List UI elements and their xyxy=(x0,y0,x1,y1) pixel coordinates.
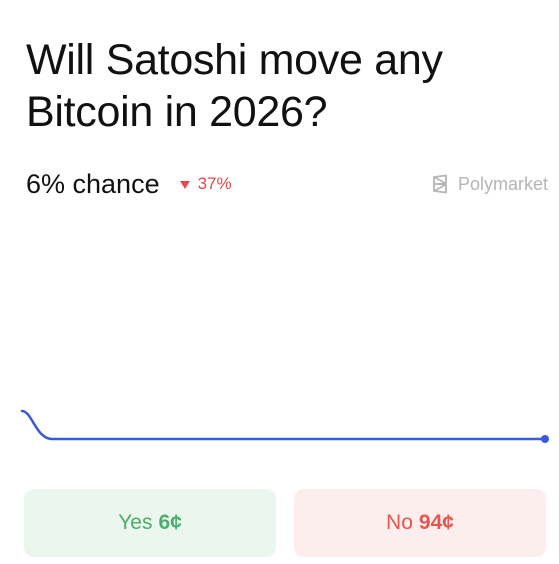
yes-price: 6¢ xyxy=(158,511,182,534)
yes-button[interactable]: Yes 6¢ xyxy=(24,489,276,557)
change-text: 37% xyxy=(197,174,232,193)
market-title: Will Satoshi move any Bitcoin in 2026? xyxy=(26,36,443,136)
price-chart xyxy=(20,409,549,443)
brand-logo: Polymarket xyxy=(430,174,548,195)
triangle-down-icon xyxy=(179,181,190,189)
chance-text: 6% chance xyxy=(26,168,160,199)
price-endpoint xyxy=(541,435,549,443)
change-indicator: 37% xyxy=(179,174,232,194)
no-label: No xyxy=(386,511,413,534)
polymarket-icon xyxy=(433,174,447,194)
price-line xyxy=(20,409,547,441)
stats-row: 6% chance 37% Polymarket xyxy=(26,166,548,202)
brand-name: Polymarket xyxy=(457,173,548,194)
no-button[interactable]: No 94¢ xyxy=(294,489,546,557)
yes-label: Yes xyxy=(118,511,153,534)
no-price: 94¢ xyxy=(418,511,454,534)
